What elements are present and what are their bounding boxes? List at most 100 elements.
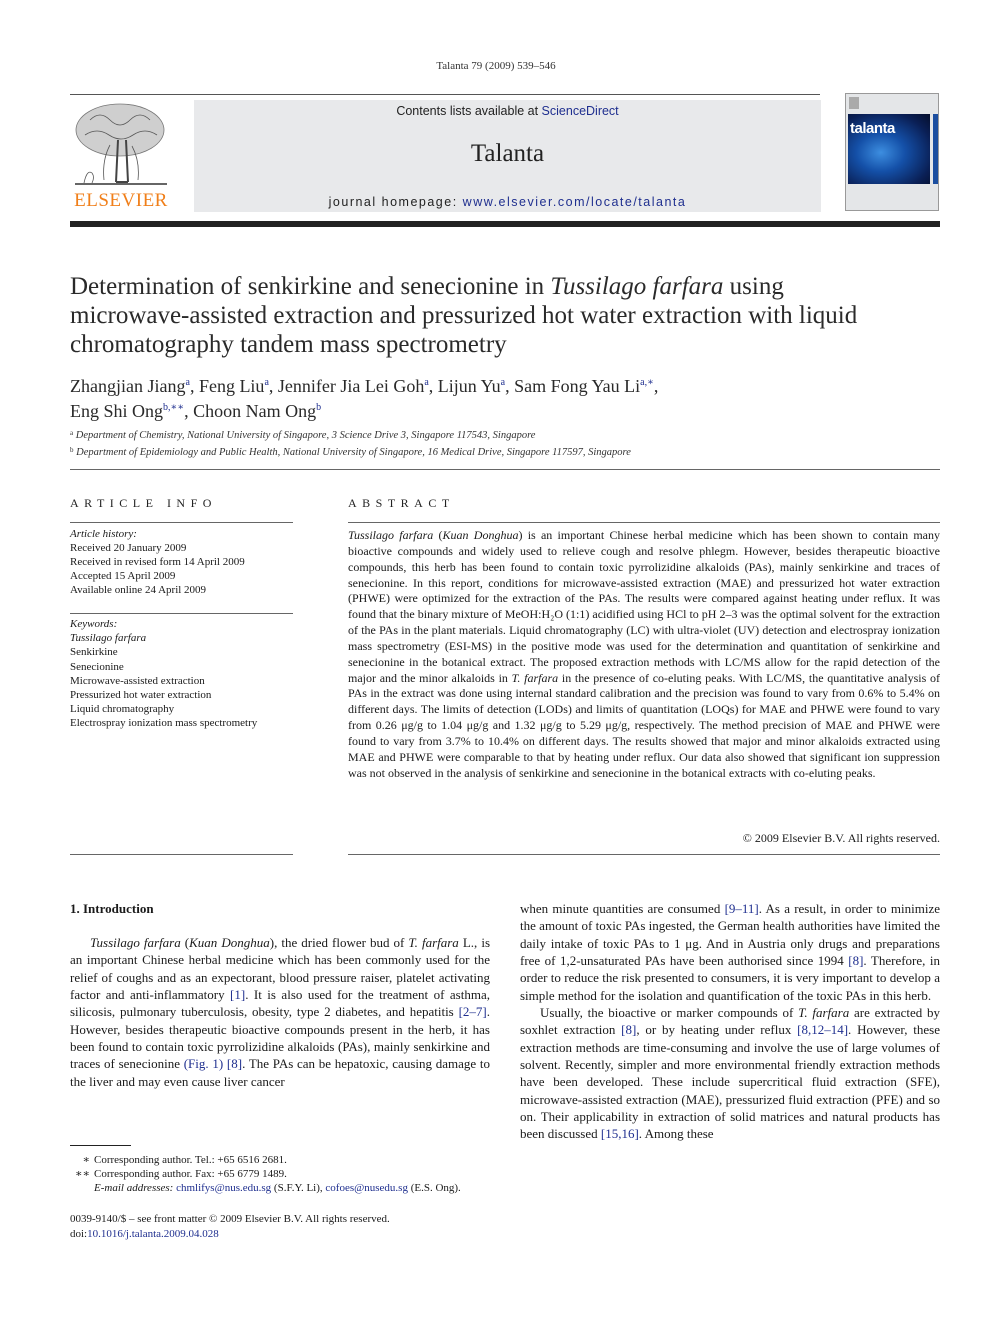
author-separator: , <box>505 376 515 396</box>
email-link[interactable]: chmlifys@nus.edu.sg <box>176 1182 271 1194</box>
footnote-text: Corresponding author. Tel.: +65 6516 268… <box>94 1154 287 1166</box>
doi-line: doi:10.1016/j.talanta.2009.04.028 <box>70 1227 500 1242</box>
author-separator: , <box>653 376 659 396</box>
journal-cover-thumbnail[interactable]: talanta <box>845 93 939 211</box>
cover-publisher-badge-icon <box>849 97 859 109</box>
author-name[interactable]: Eng Shi Ong <box>70 401 163 421</box>
article-title: Determination of senkirkine and senecion… <box>70 272 870 359</box>
email-label: E-mail addresses: <box>94 1182 177 1194</box>
body-column-right: when minute quantities are consumed [9–1… <box>520 900 940 1143</box>
citation-link[interactable]: [8] <box>621 1022 636 1037</box>
author-affiliation-mark[interactable]: b,∗∗ <box>163 402 184 413</box>
italic-text: T. farfara <box>408 935 459 950</box>
citation-link[interactable]: [8] <box>848 953 863 968</box>
keywords: Keywords: Tussilago farfara Senkirkine Sen… <box>70 617 295 731</box>
affiliation: a Department of Chemistry, National Univ… <box>70 426 930 443</box>
citation-link[interactable]: [8] <box>227 1056 242 1071</box>
introduction-heading: 1. Introduction <box>70 901 154 916</box>
footnote-mark: ∗∗ <box>75 1168 90 1180</box>
elsevier-wordmark: ELSEVIER <box>74 190 168 211</box>
citation-link[interactable]: [1] <box>230 987 245 1002</box>
issn-doi-block: 0039-9140/$ – see front matter © 2009 El… <box>70 1212 500 1241</box>
contents-prefix: Contents lists available at <box>396 104 542 118</box>
affiliation-text: Department of Chemistry, National Univer… <box>73 430 536 441</box>
keyword-item: Electrospray ionization mass spectrometr… <box>70 717 258 730</box>
keyword-item: Pressurized hot water extraction <box>70 689 212 702</box>
footnote-text: Corresponding author. Fax: +65 6779 1489… <box>94 1168 287 1180</box>
author-name[interactable]: Jennifer Jia Lei Goh <box>278 376 424 396</box>
body-text: , or by heating under reflux <box>636 1022 798 1038</box>
article-info-bottom-rule <box>70 854 293 855</box>
author-name[interactable]: Choon Nam Ong <box>193 401 316 421</box>
body-text: when minute quantities are consumed <box>520 901 725 916</box>
footnote: ∗∗ Corresponding author. Fax: +65 6779 14… <box>70 1167 500 1181</box>
title-species: Tussilago farfara <box>550 273 724 300</box>
abstract-lead-species: Tussilago farfara <box>348 528 434 542</box>
doi-label: doi: <box>70 1227 88 1240</box>
email-footnote: E-mail addresses: chmlifys@nus.edu.sg (S… <box>70 1181 500 1195</box>
affiliation-rule <box>70 469 940 470</box>
article-info-heading: ARTICLE INFO <box>70 496 217 510</box>
article-history: Article history: Received 20 January 200… <box>70 527 295 597</box>
introduction-paragraph-1: Tussilago farfara (Kuan Donghua), the dr… <box>70 934 490 1090</box>
email-owner: (E.S. Ong). <box>407 1182 461 1194</box>
author-name[interactable]: Feng Liu <box>199 376 265 396</box>
keyword-item: Tussilago farfara <box>70 632 147 645</box>
abstract-text-2: in the presence of co-eluting peaks. Wit… <box>348 670 940 780</box>
email-link[interactable]: cofoes@nusedu.sg <box>325 1182 408 1194</box>
abstract-heading: ABSTRACT <box>348 496 455 510</box>
author-affiliation-mark[interactable]: a,∗ <box>640 377 654 388</box>
keyword-item: Liquid chromatography <box>70 703 175 716</box>
abstract-copyright: © 2009 Elsevier B.V. All rights reserved… <box>742 831 940 845</box>
body-text: . However, these extraction methods are … <box>520 1022 940 1142</box>
body-text: ( <box>180 935 190 950</box>
italic-text: Tussilago farfara <box>90 935 181 950</box>
article-info-rule <box>70 522 293 523</box>
cover-title: talanta <box>850 120 895 137</box>
citation-link[interactable]: [2–7] <box>459 1004 487 1019</box>
journal-homepage-link[interactable]: www.elsevier.com/locate/talanta <box>463 195 687 209</box>
abstract-text-1: is an important Chinese herbal medicine … <box>348 528 940 685</box>
introduction-paragraph-2: Usually, the bioactive or marker compoun… <box>520 1004 940 1143</box>
citation-link[interactable]: (Fig. 1) <box>184 1056 223 1071</box>
affiliation-text: Department of Epidemiology and Public He… <box>73 447 631 458</box>
journal-name: Talanta <box>470 140 545 167</box>
sciencedirect-link[interactable]: ScienceDirect <box>542 104 619 118</box>
history-list: Received 20 January 2009 Received in revi… <box>70 541 295 597</box>
journal-masthead: Contents lists available at ScienceDirec… <box>194 100 821 212</box>
citation-link[interactable]: [15,16] <box>601 1126 639 1141</box>
issn-line: 0039-9140/$ – see front matter © 2009 El… <box>70 1213 390 1225</box>
keyword-item: Senecionine <box>70 660 124 673</box>
author-separator: , <box>428 376 438 396</box>
abstract-bottom-rule <box>348 854 940 855</box>
abstract-body: Tussilago farfara (Kuan Donghua) is an i… <box>348 528 940 780</box>
italic-text: Kuan Donghua <box>189 935 270 950</box>
keyword-list: Tussilago farfara Senkirkine Senecionine Mi… <box>70 631 295 730</box>
keywords-label: Keywords: <box>70 618 118 630</box>
elsevier-logo[interactable]: ELSEVIER <box>70 100 172 212</box>
keyword-item: Microwave-assisted extraction <box>70 674 205 687</box>
keywords-rule <box>70 613 293 614</box>
history-item: Available online 24 April 2009 <box>70 584 207 596</box>
contents-line: Contents lists available at ScienceDirec… <box>194 104 821 118</box>
journal-homepage-line: journal homepage: www.elsevier.com/locat… <box>194 195 821 209</box>
affiliations: a Department of Chemistry, National Univ… <box>70 426 930 460</box>
footnote: ∗ Corresponding author. Tel.: +65 6516 26… <box>70 1153 500 1167</box>
author-name[interactable]: Zhangjian Jiang <box>70 376 185 396</box>
abstract-lead-common-name: Kuan Donghua <box>442 528 519 542</box>
citation-link[interactable]: [9–11] <box>725 901 759 916</box>
author-name[interactable]: Lijun Yu <box>438 376 501 396</box>
cover-artwork-strip <box>933 114 938 184</box>
keyword-item: Senkirkine <box>70 646 118 659</box>
author-affiliation-mark[interactable]: b <box>316 402 321 413</box>
footnotes: ∗ Corresponding author. Tel.: +65 6516 26… <box>70 1153 500 1195</box>
author-separator: , <box>184 401 194 421</box>
body-text: . Among these <box>638 1126 714 1142</box>
author-name[interactable]: Sam Fong Yau Li <box>514 376 640 396</box>
citation-link[interactable]: [8,12–14] <box>797 1022 848 1037</box>
affiliation: b Department of Epidemiology and Public … <box>70 443 930 460</box>
doi-link[interactable]: 10.1016/j.talanta.2009.04.028 <box>87 1228 219 1240</box>
body-column-left: Tussilago farfara (Kuan Donghua), the dr… <box>70 934 490 1090</box>
history-label: Article history: <box>70 528 137 540</box>
footnote-mark: ∗ <box>82 1154 90 1166</box>
